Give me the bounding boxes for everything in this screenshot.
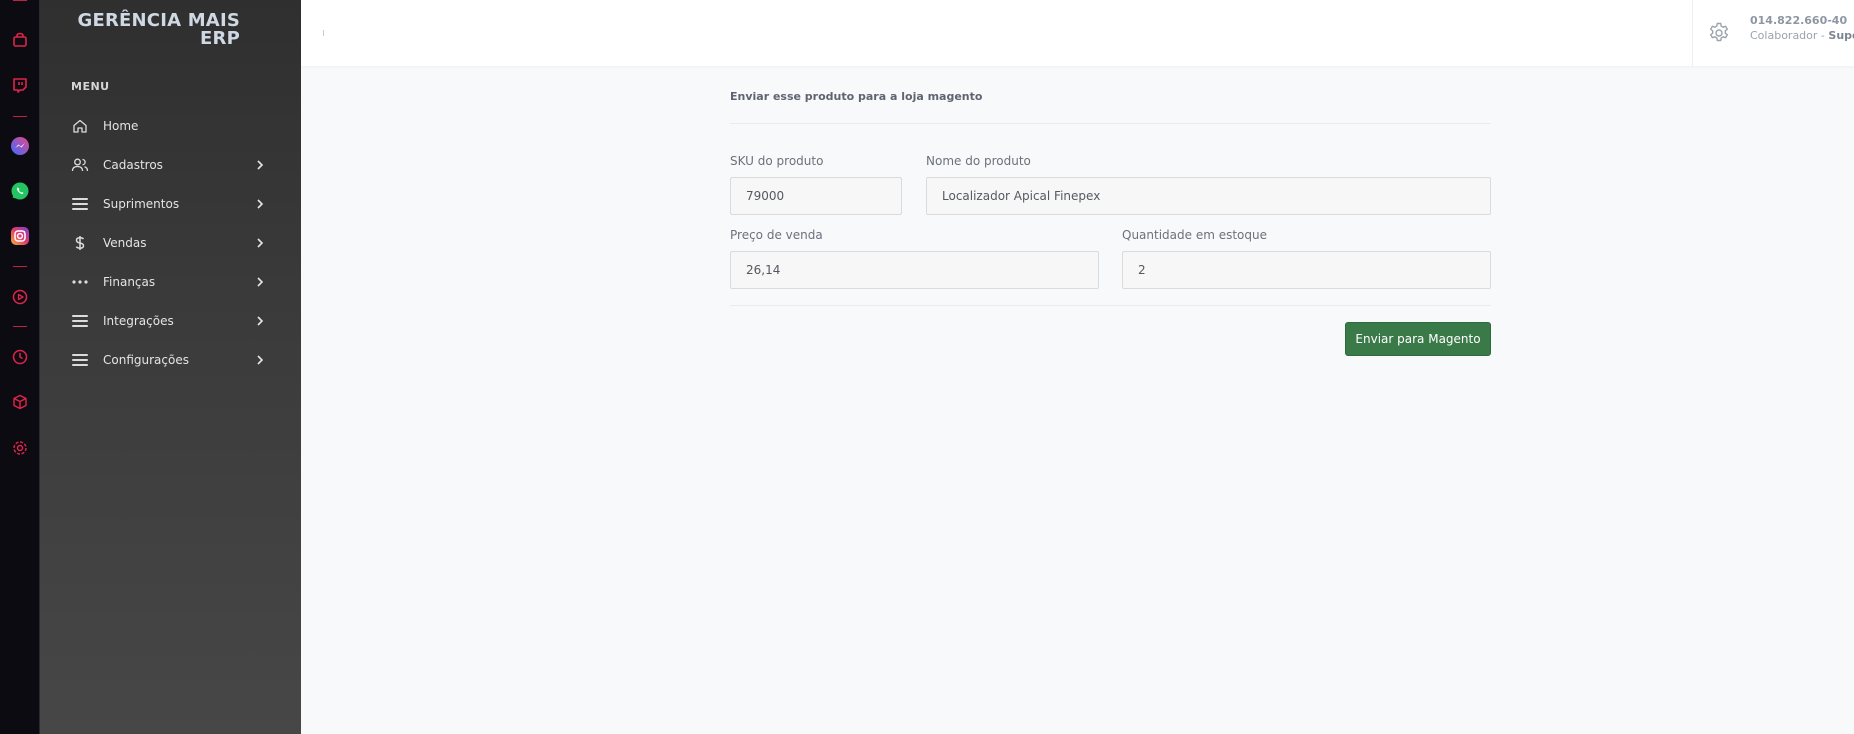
user-id: 014.822.660-40 — [1750, 14, 1848, 27]
divider — [730, 123, 1491, 124]
user-role-name: Supo — [1828, 29, 1854, 42]
browser-separator — [13, 0, 27, 1]
sidebar-item-suprimentos[interactable]: Suprimentos — [40, 184, 301, 223]
sale-price-input[interactable] — [730, 251, 1099, 289]
sidebar-item-label: Cadastros — [103, 157, 163, 172]
play-icon[interactable] — [9, 286, 31, 308]
product-name-input[interactable] — [926, 177, 1491, 215]
list-icon — [70, 350, 90, 370]
user-role-prefix: Colaborador - — [1750, 29, 1829, 42]
home-icon — [70, 116, 90, 136]
product-name-label: Nome do produto — [926, 154, 1031, 168]
divider — [730, 305, 1491, 306]
sidebar-item-label: Configurações — [103, 352, 189, 367]
sidebar-item-financas[interactable]: Finanças — [40, 262, 301, 301]
chevron-right-icon — [254, 159, 266, 171]
sku-input[interactable] — [730, 177, 902, 215]
menu-heading: MENU — [71, 80, 110, 93]
form-title: Enviar esse produto para a loja magento — [730, 90, 983, 103]
sidebar-item-label: Suprimentos — [103, 196, 180, 211]
sidebar-menu: Home Cadastros Suprimentos Vendas Finanç… — [40, 106, 301, 379]
sidebar-item-label: Integrações — [103, 313, 174, 328]
user-role: Colaborador - Supo — [1750, 29, 1854, 42]
chevron-right-icon — [254, 198, 266, 210]
instagram-icon[interactable] — [9, 225, 31, 247]
settings-icon[interactable] — [9, 437, 31, 459]
sidebar-item-label: Vendas — [103, 235, 147, 250]
browser-separator — [13, 326, 27, 327]
sidebar-item-integracoes[interactable]: Integrações — [40, 301, 301, 340]
browser-sidebar — [0, 0, 40, 734]
sidebar-item-label: Home — [103, 118, 139, 133]
twitch-icon[interactable] — [9, 74, 31, 96]
sidebar-item-vendas[interactable]: Vendas — [40, 223, 301, 262]
browser-separator — [13, 266, 27, 267]
bag-icon[interactable] — [9, 29, 31, 51]
sidebar-item-home[interactable]: Home — [40, 106, 301, 145]
box-icon[interactable] — [9, 391, 31, 413]
app-sidebar: GERÊNCIA MAIS ERP MENU Home Cadastros Sup… — [40, 0, 301, 734]
dots-icon — [70, 272, 90, 292]
chevron-right-icon — [254, 276, 266, 288]
brand-logo[interactable]: GERÊNCIA MAIS ERP — [40, 12, 240, 48]
sku-label: SKU do produto — [730, 154, 824, 168]
browser-separator — [13, 116, 27, 117]
sidebar-item-label: Finanças — [103, 274, 156, 289]
header-divider — [1692, 0, 1693, 66]
whatsapp-icon[interactable] — [9, 180, 31, 202]
sale-price-label: Preço de venda — [730, 228, 823, 242]
sidebar-toggle[interactable] — [323, 30, 324, 36]
stock-quantity-input[interactable] — [1122, 251, 1491, 289]
list-icon — [70, 194, 90, 214]
clock-icon[interactable] — [9, 346, 31, 368]
users-icon — [70, 155, 90, 175]
chevron-right-icon — [254, 315, 266, 327]
chevron-right-icon — [254, 354, 266, 366]
dollar-icon — [70, 233, 90, 253]
list-icon — [70, 311, 90, 331]
top-header: 014.822.660-40 Colaborador - Supo — [301, 0, 1854, 66]
chevron-right-icon — [254, 237, 266, 249]
sidebar-item-cadastros[interactable]: Cadastros — [40, 145, 301, 184]
gear-icon[interactable] — [1707, 21, 1731, 45]
sidebar-item-configuracoes[interactable]: Configurações — [40, 340, 301, 379]
stock-quantity-label: Quantidade em estoque — [1122, 228, 1268, 242]
messenger-icon[interactable] — [9, 135, 31, 157]
send-to-magento-button[interactable]: Enviar para Magento — [1345, 322, 1491, 356]
